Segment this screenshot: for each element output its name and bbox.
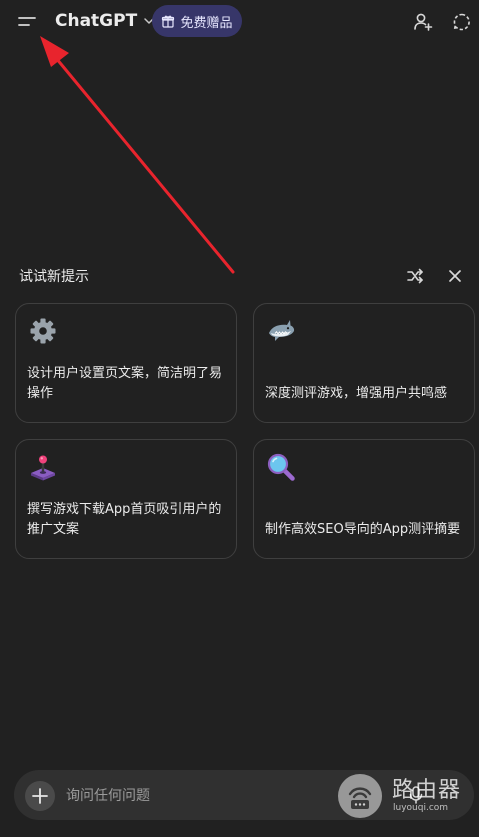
gift-icon <box>162 15 175 28</box>
dashed-chat-bubble-icon <box>453 13 470 31</box>
watermark-name: 路由器 <box>392 778 462 803</box>
annotation-arrow <box>40 36 235 274</box>
temporary-chat-button[interactable] <box>451 11 473 33</box>
add-person-icon <box>414 13 433 31</box>
suggestions-title: 试试新提示 <box>19 269 89 285</box>
watermark-logo <box>338 774 382 818</box>
close-icon <box>449 270 461 282</box>
attach-button[interactable] <box>25 781 55 811</box>
suggestion-card-app-promo[interactable]: 撰写游戏下载App首页吸引用户的推广文案 <box>15 439 237 559</box>
chat-app: ChatGPT 免费赠品 试试新提示 设计用户设置页文案，简洁明了易操作 深度测… <box>0 0 479 837</box>
top-bar: ChatGPT 免费赠品 <box>0 0 479 44</box>
suggestion-card-settings-copy[interactable]: 设计用户设置页文案，简洁明了易操作 <box>15 303 237 423</box>
suggestion-card-text: 撰写游戏下载App首页吸引用户的推广文案 <box>27 502 222 537</box>
suggestion-card-game-review[interactable]: 深度测评游戏，增强用户共鸣感 <box>253 303 475 423</box>
suggestion-card-text: 深度测评游戏，增强用户共鸣感 <box>265 386 448 401</box>
shark-emoji-icon <box>269 320 295 341</box>
joystick-emoji-icon <box>31 455 55 481</box>
shuffle-icon <box>407 268 423 284</box>
suggestion-card-text: 设计用户设置页文案，简洁明了易操作 <box>27 366 223 401</box>
model-selector[interactable]: ChatGPT <box>55 9 155 33</box>
shuffle-button[interactable] <box>405 266 425 286</box>
prompt-input[interactable] <box>64 780 338 812</box>
free-gift-button[interactable]: 免费赠品 <box>152 5 242 37</box>
plus-icon <box>32 788 48 804</box>
watermark-url: luyouqi.com <box>393 803 449 813</box>
magnifier-emoji-icon <box>267 453 295 481</box>
suggestion-card-seo-summary[interactable]: 制作高效SEO导向的App测评摘要 <box>253 439 475 559</box>
close-suggestions-button[interactable] <box>445 266 465 286</box>
add-person-button[interactable] <box>412 11 434 33</box>
suggestion-card-text: 制作高效SEO导向的App测评摘要 <box>265 522 461 537</box>
sidebar-menu-button[interactable] <box>14 10 40 34</box>
free-gift-label: 免费赠品 <box>180 15 233 31</box>
menu-icon <box>18 17 36 26</box>
gear-emoji-icon <box>30 318 56 344</box>
app-title: ChatGPT <box>55 11 138 31</box>
router-logo-icon <box>348 787 372 809</box>
